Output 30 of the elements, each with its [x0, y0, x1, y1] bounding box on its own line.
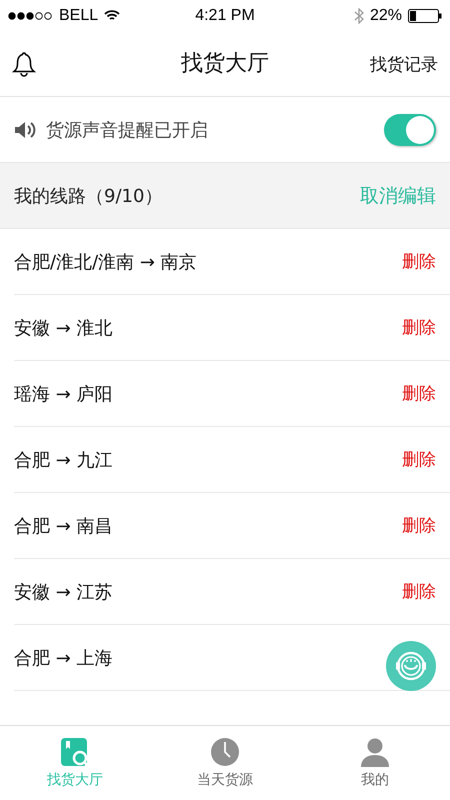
delete-link[interactable]: 删除 — [402, 382, 436, 405]
battery-percent: 22% — [370, 7, 402, 25]
carrier-name: BELL — [59, 7, 98, 25]
delete-link[interactable]: 删除 — [402, 580, 436, 603]
route-name: 瑶海 → 庐阳 — [14, 382, 113, 406]
section-title: 我的线路（9/10） — [14, 184, 162, 208]
delete-link[interactable]: 删除 — [402, 448, 436, 471]
route-name: 合肥 → 九江 — [14, 448, 113, 472]
search-icon — [60, 737, 90, 767]
battery-icon — [408, 9, 442, 23]
sound-reminder-label: 货源声音提醒已开启 — [46, 118, 208, 142]
clock-icon — [210, 737, 240, 767]
delete-link[interactable]: 删除 — [402, 250, 436, 273]
route-name: 合肥/淮北/淮南 → 南京 — [14, 250, 197, 274]
sound-toggle[interactable] — [384, 114, 436, 146]
wifi-icon — [104, 10, 120, 22]
person-icon — [360, 737, 390, 767]
route-name: 安徽 → 淮北 — [14, 316, 113, 340]
page-title: 找货大厅 — [181, 50, 269, 78]
route-name: 安徽 → 江苏 — [14, 580, 113, 604]
speaker-icon — [14, 120, 38, 140]
delete-link[interactable]: 删除 — [402, 514, 436, 537]
delete-link[interactable]: 删除 — [402, 316, 436, 339]
customer-service-button[interactable] — [386, 641, 436, 691]
route-name: 合肥 → 南昌 — [14, 514, 113, 538]
bell-icon[interactable] — [12, 51, 36, 77]
bluetooth-icon — [354, 8, 364, 24]
route-name: 合肥 → 上海 — [14, 646, 113, 670]
history-link[interactable]: 找货记录 — [370, 52, 438, 76]
status-time: 4:21 PM — [195, 7, 255, 25]
